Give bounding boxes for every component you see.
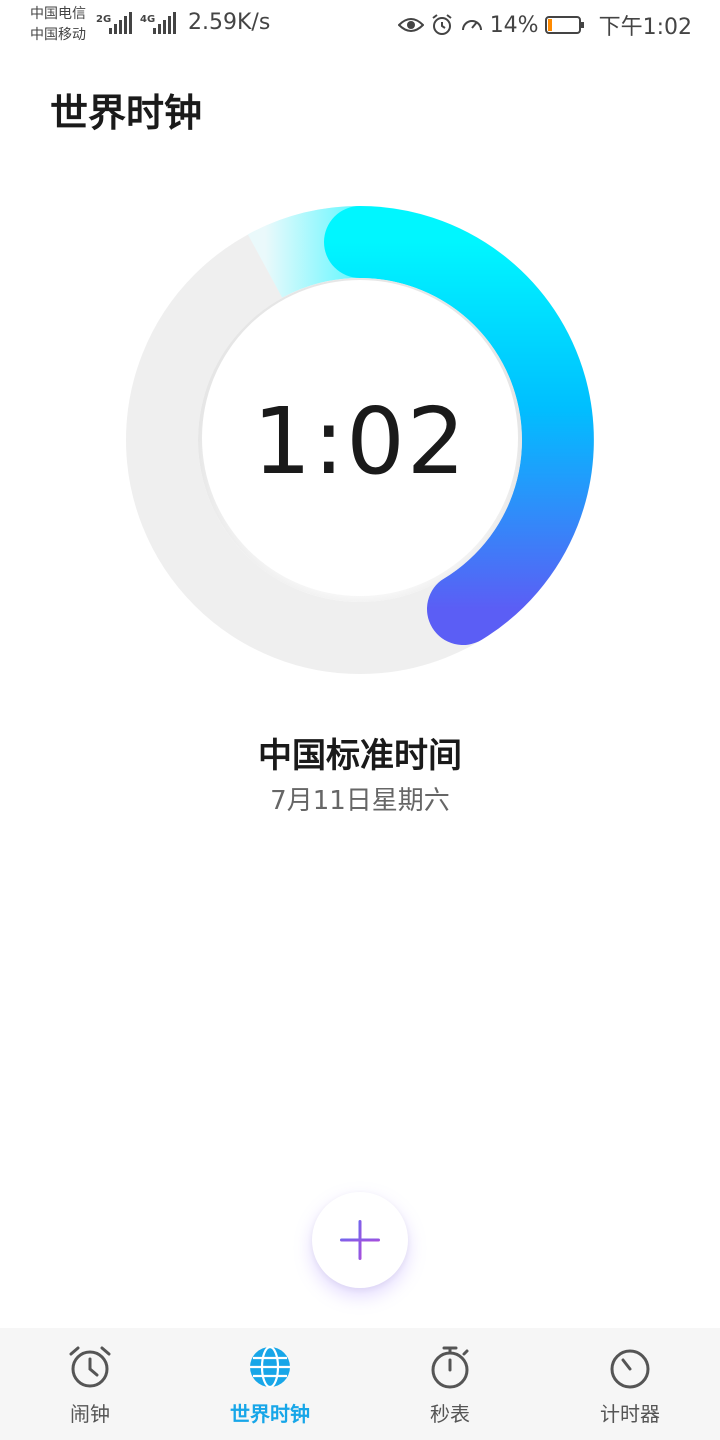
battery-fill	[547, 19, 552, 31]
clock-date: 7月11日星期六	[270, 786, 450, 816]
carrier-labels: 中国电信 中国移动	[30, 4, 86, 46]
timezone-name: 中国标准时间	[258, 736, 462, 776]
battery-percent: 14%	[489, 12, 539, 38]
status-bar: 中国电信 中国移动 2G 4G 2.59K/s 14% 下午1:02	[0, 0, 720, 50]
network-signal-icons: 2G 4G	[96, 10, 180, 42]
globe-icon	[250, 1345, 290, 1389]
timer-icon	[610, 1349, 650, 1389]
tab-timer[interactable]: 计时器	[540, 1328, 720, 1440]
network-type-1: 2G	[96, 14, 111, 25]
add-city-button[interactable]	[312, 1192, 408, 1288]
stopwatch-icon	[431, 1346, 469, 1389]
tab-stopwatch-label: 秒表	[430, 1402, 470, 1426]
tab-timer-label: 计时器	[600, 1402, 660, 1426]
battery-icon	[544, 16, 584, 34]
carrier-2: 中国移动	[30, 27, 86, 43]
clock-time: 1:02	[252, 388, 468, 495]
speedometer-icon	[461, 20, 482, 31]
world-clock-screen: 中国电信 中国移动 2G 4G 2.59K/s 14% 下午1:02 世界时钟 …	[0, 0, 720, 1440]
tab-stopwatch[interactable]: 秒表	[360, 1328, 540, 1440]
tab-alarm[interactable]: 闹钟	[0, 1328, 180, 1440]
status-right-group: 14% 下午1:02	[397, 10, 692, 40]
page-title: 世界时钟	[50, 91, 203, 135]
eye-icon	[397, 18, 424, 32]
status-time: 下午1:02	[598, 15, 692, 40]
network-speed: 2.59K/s	[188, 10, 271, 35]
tab-world-clock-label: 世界时钟	[230, 1402, 310, 1426]
tab-world-clock[interactable]: 世界时钟	[180, 1328, 360, 1440]
carrier-1: 中国电信	[30, 6, 86, 22]
signal-icon: 2G 4G	[96, 12, 176, 34]
bottom-navigation: 闹钟 世界时钟 秒表 计时器	[0, 1328, 720, 1440]
plus-icon	[340, 1220, 380, 1260]
tab-alarm-label: 闹钟	[70, 1402, 110, 1426]
alarm-status-icon	[432, 14, 452, 35]
alarm-clock-icon	[69, 1346, 111, 1388]
network-type-2: 4G	[140, 14, 155, 25]
